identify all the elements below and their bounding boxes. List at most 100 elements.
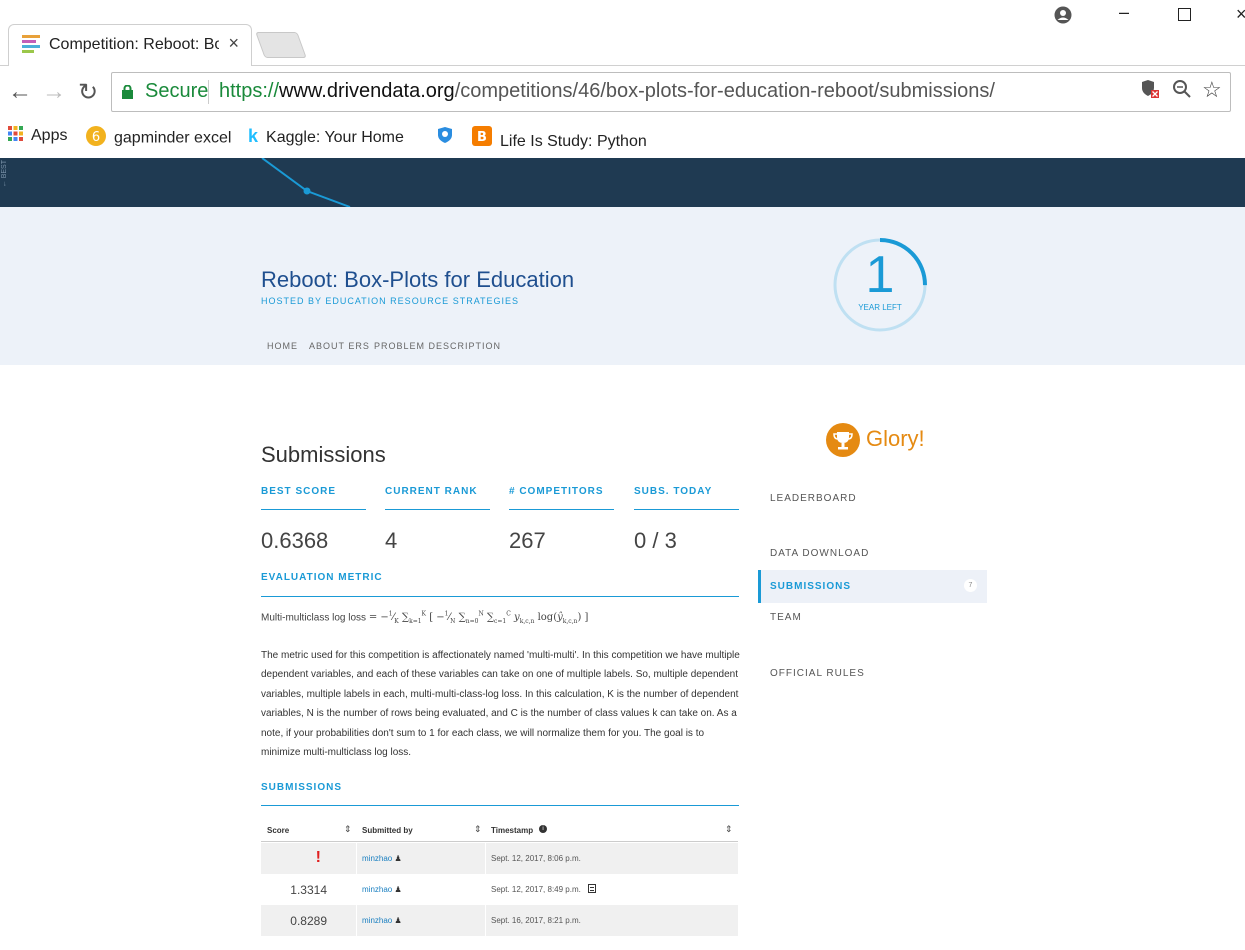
sort-icon[interactable]: ⇕: [474, 824, 482, 835]
submitter-name: minzhao: [362, 854, 393, 863]
cell-divider: [485, 905, 486, 936]
submissions-table-heading: SUBMISSIONS: [261, 782, 343, 793]
cell-divider: [356, 843, 357, 874]
nav-problem-description[interactable]: PROBLEM DESCRIPTION: [374, 341, 501, 351]
stat-value-current-rank: 4: [385, 528, 398, 553]
sidebar-item-data-download[interactable]: DATA DOWNLOAD: [770, 548, 869, 559]
submission-score: 1.3314: [290, 883, 327, 897]
bookmark-label: Life Is Study: Python f: [500, 133, 646, 150]
bookmark-kaggle[interactable]: k Kaggle: Your Home fo: [248, 126, 408, 147]
browser-chrome: Competition: Reboot: Box-Plots for Educa…: [0, 0, 1245, 158]
stat-divider: [634, 509, 739, 510]
forward-icon[interactable]: →: [42, 78, 66, 106]
table-header: Score ⇕ Submitted by ⇕ Timestamp i ⇕: [261, 820, 738, 842]
notes-icon[interactable]: [588, 884, 596, 893]
nav-about-ers[interactable]: ABOUT ERS: [309, 341, 370, 351]
reload-icon[interactable]: ↻: [78, 78, 98, 107]
stat-value-competitors: 267: [509, 528, 546, 553]
new-tab-button[interactable]: [255, 32, 307, 58]
column-timestamp[interactable]: Timestamp: [491, 826, 533, 835]
bookmark-gapminder[interactable]: 6 gapminder excel: [86, 126, 231, 151]
sidebar-item-submissions[interactable]: SUBMISSIONS: [770, 581, 851, 592]
submitter-link[interactable]: minzhao ♟: [362, 916, 402, 925]
sort-icon[interactable]: ⇕: [344, 824, 352, 835]
submitter-link[interactable]: minzhao ♟: [362, 854, 402, 863]
profile-icon[interactable]: [1054, 6, 1072, 29]
column-score[interactable]: Score: [267, 826, 289, 835]
url-separator: [208, 80, 209, 104]
lock-icon: [122, 85, 133, 99]
blocked-content-icon[interactable]: [1142, 79, 1160, 105]
bookmarks-bar: Apps 6 gapminder excel k Kaggle: Your Home…: [0, 118, 1245, 158]
close-window-icon[interactable]: ×: [1236, 4, 1245, 25]
table-row: 1.3314 minzhao ♟ Sept. 12, 2017, 8:49 p.…: [261, 874, 738, 905]
error-icon: !: [315, 849, 321, 866]
stat-value-subs-today: 0 / 3: [634, 528, 677, 553]
info-icon[interactable]: i: [539, 825, 547, 833]
submission-timestamp: Sept. 12, 2017, 8:06 p.m.: [491, 854, 581, 863]
tab-title: Competition: Reboot: Box-Plots for Educa…: [49, 36, 219, 53]
browser-tab[interactable]: Competition: Reboot: Box-Plots for Educa…: [8, 24, 252, 66]
tab-close-icon[interactable]: ×: [228, 33, 239, 54]
competition-header: Reboot: Box-Plots for Education HOSTED B…: [0, 207, 1245, 365]
address-bar[interactable]: Secure https://www.drivendata.org/compet…: [111, 72, 1231, 112]
time-left-label: YEAR LEFT: [858, 303, 902, 312]
stat-label-subs-today: SUBS. TODAY: [634, 486, 713, 497]
trophy-icon: [826, 423, 860, 457]
submissions-divider: [261, 805, 739, 806]
column-submitted-by[interactable]: Submitted by: [362, 826, 413, 835]
submitter-name: minzhao: [362, 916, 393, 925]
stat-label-current-rank: CURRENT RANK: [385, 486, 478, 497]
blogger-icon: B: [472, 126, 492, 151]
metric-name: Multi-multiclass log loss: [261, 612, 367, 624]
gapminder-icon: 6: [86, 126, 106, 151]
bookmark-blogger[interactable]: B Life Is Study: Python f: [472, 126, 646, 151]
sidebar-item-leaderboard[interactable]: LEADERBOARD: [770, 493, 857, 504]
prize-badge: Glory!: [826, 423, 925, 457]
secure-label: Secure: [145, 80, 209, 102]
user-icon: ♟: [394, 854, 402, 863]
submission-score: 0.8289: [290, 914, 327, 928]
back-icon[interactable]: ←: [8, 78, 32, 106]
zoom-icon[interactable]: [1172, 79, 1192, 105]
stat-divider: [509, 509, 614, 510]
hero-graphic: [261, 158, 351, 207]
submission-timestamp: Sept. 12, 2017, 8:49 p.m.: [491, 885, 581, 894]
submission-timestamp: Sept. 16, 2017, 8:21 p.m.: [491, 916, 581, 925]
time-left-value: 1: [865, 246, 895, 304]
maximize-icon[interactable]: [1178, 8, 1191, 21]
metric-formula: Multi-multiclass log loss = −1⁄K ∑k=1K […: [261, 611, 588, 625]
stat-divider: [261, 509, 366, 510]
apps-grid-icon: [8, 126, 23, 146]
minimize-icon[interactable]: –: [1119, 2, 1129, 23]
bookmark-shield[interactable]: [437, 126, 461, 149]
cell-divider: [356, 905, 357, 936]
prize-label: Glory!: [866, 426, 925, 451]
submissions-count-badge: 7: [964, 579, 977, 592]
bookmark-apps[interactable]: Apps: [8, 126, 67, 146]
url-scheme: https://: [219, 80, 280, 102]
sort-icon[interactable]: ⇕: [725, 824, 733, 835]
bookmark-label: Apps: [31, 127, 68, 145]
metric-equation: = −1⁄K ∑k=1K [ −1⁄N ∑n=0N ∑c=1C yk,c,n l…: [368, 611, 589, 626]
stat-label-best-score: BEST SCORE: [261, 486, 337, 497]
sidebar-item-official-rules[interactable]: OFFICIAL RULES: [770, 668, 865, 679]
url-text[interactable]: https://www.drivendata.org/competitions/…: [219, 80, 995, 103]
nav-home[interactable]: HOME: [267, 341, 298, 351]
hero-side-label: ← BEST: [1, 160, 8, 188]
bookmark-label: gapminder excel: [114, 129, 232, 147]
url-host: www.drivendata.org: [279, 80, 455, 102]
table-row: 0.8289 minzhao ♟ Sept. 16, 2017, 8:21 p.…: [261, 905, 738, 936]
sidebar-item-team[interactable]: TEAM: [770, 612, 802, 623]
bookmark-star-icon[interactable]: ☆: [1202, 77, 1222, 103]
browser-toolbar: ← → ↻ Secure https://www.drivendata.org/…: [0, 66, 1245, 118]
stat-label-competitors: # COMPETITORS: [509, 486, 604, 497]
bookmark-label: Kaggle: Your Home fo: [266, 129, 409, 146]
competition-host[interactable]: HOSTED BY EDUCATION RESOURCE STRATEGIES: [261, 296, 519, 306]
url-path: /competitions/46/box-plots-for-education…: [454, 80, 995, 102]
cell-divider: [485, 843, 486, 874]
user-icon: ♟: [394, 916, 402, 925]
metric-description: The metric used for this competition is …: [261, 650, 740, 759]
submitter-link[interactable]: minzhao ♟: [362, 885, 402, 894]
stat-value-best-score: 0.6368: [261, 528, 329, 553]
